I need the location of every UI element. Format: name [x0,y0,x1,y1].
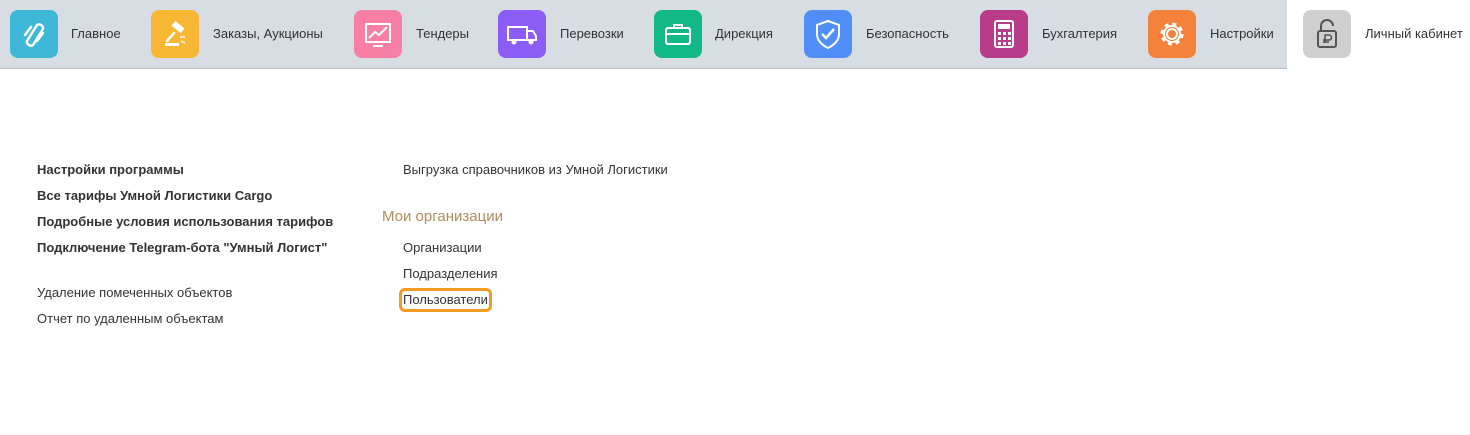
truck-icon [498,10,546,58]
link-deleted-report[interactable]: Отчет по удаленным объектам [37,311,223,327]
calculator-icon [980,10,1028,58]
shield-icon [804,10,852,58]
nav-item-transport[interactable]: Перевозки [487,0,643,68]
nav-label-security: Безопасность [866,26,949,41]
link-tariff-terms[interactable]: Подробные условия использования тарифов [37,214,333,230]
nav-label-account: Личный кабинет [1365,26,1463,41]
nav-item-security[interactable]: Безопасность [793,0,969,68]
nav-label-main: Главное [71,26,121,41]
link-users[interactable]: Пользователи [399,288,492,312]
link-organizations[interactable]: Организации [403,240,482,256]
link-export-directories[interactable]: Выгрузка справочников из Умной Логистики [403,162,668,178]
nav-label-transport: Перевозки [560,26,624,41]
nav-label-direction: Дирекция [715,26,773,41]
nav-item-main[interactable]: Главное [0,0,140,68]
link-delete-marked[interactable]: Удаление помеченных объектов [37,285,232,301]
nav-label-tenders: Тендеры [416,26,470,41]
nav-item-account[interactable]: Личный кабинет [1287,0,1470,69]
chart-icon [354,10,402,58]
nav-item-settings[interactable]: Настройки [1137,0,1287,68]
nav-item-tenders[interactable]: Тендеры [343,0,487,68]
link-departments[interactable]: Подразделения [403,266,498,282]
gavel-icon [151,10,199,58]
nav-label-orders: Заказы, Аукционы [213,26,323,41]
content-area: Настройки программы Все тарифы Умной Лог… [0,69,1470,435]
link-telegram-bot[interactable]: Подключение Telegram-бота "Умный Логист" [37,240,327,256]
group-title-my-organizations: Мои организации [382,208,503,225]
nav-item-direction[interactable]: Дирекция [643,0,793,68]
link-program-settings[interactable]: Настройки программы [37,162,184,178]
nav-item-accounting[interactable]: Бухгалтерия [969,0,1137,68]
nav-label-accounting: Бухгалтерия [1042,26,1118,41]
briefcase-icon [654,10,702,58]
section-panel: Главное Заказы, Аукционы Тендеры Перевоз… [0,0,1470,69]
main-logo-icon [10,10,58,58]
nav-item-orders[interactable]: Заказы, Аукционы [140,0,343,68]
link-all-tariffs[interactable]: Все тарифы Умной Логистики Cargo [37,188,272,204]
gear-icon [1148,10,1196,58]
lock-ruble-icon [1303,10,1351,58]
nav-label-settings: Настройки [1210,26,1274,41]
